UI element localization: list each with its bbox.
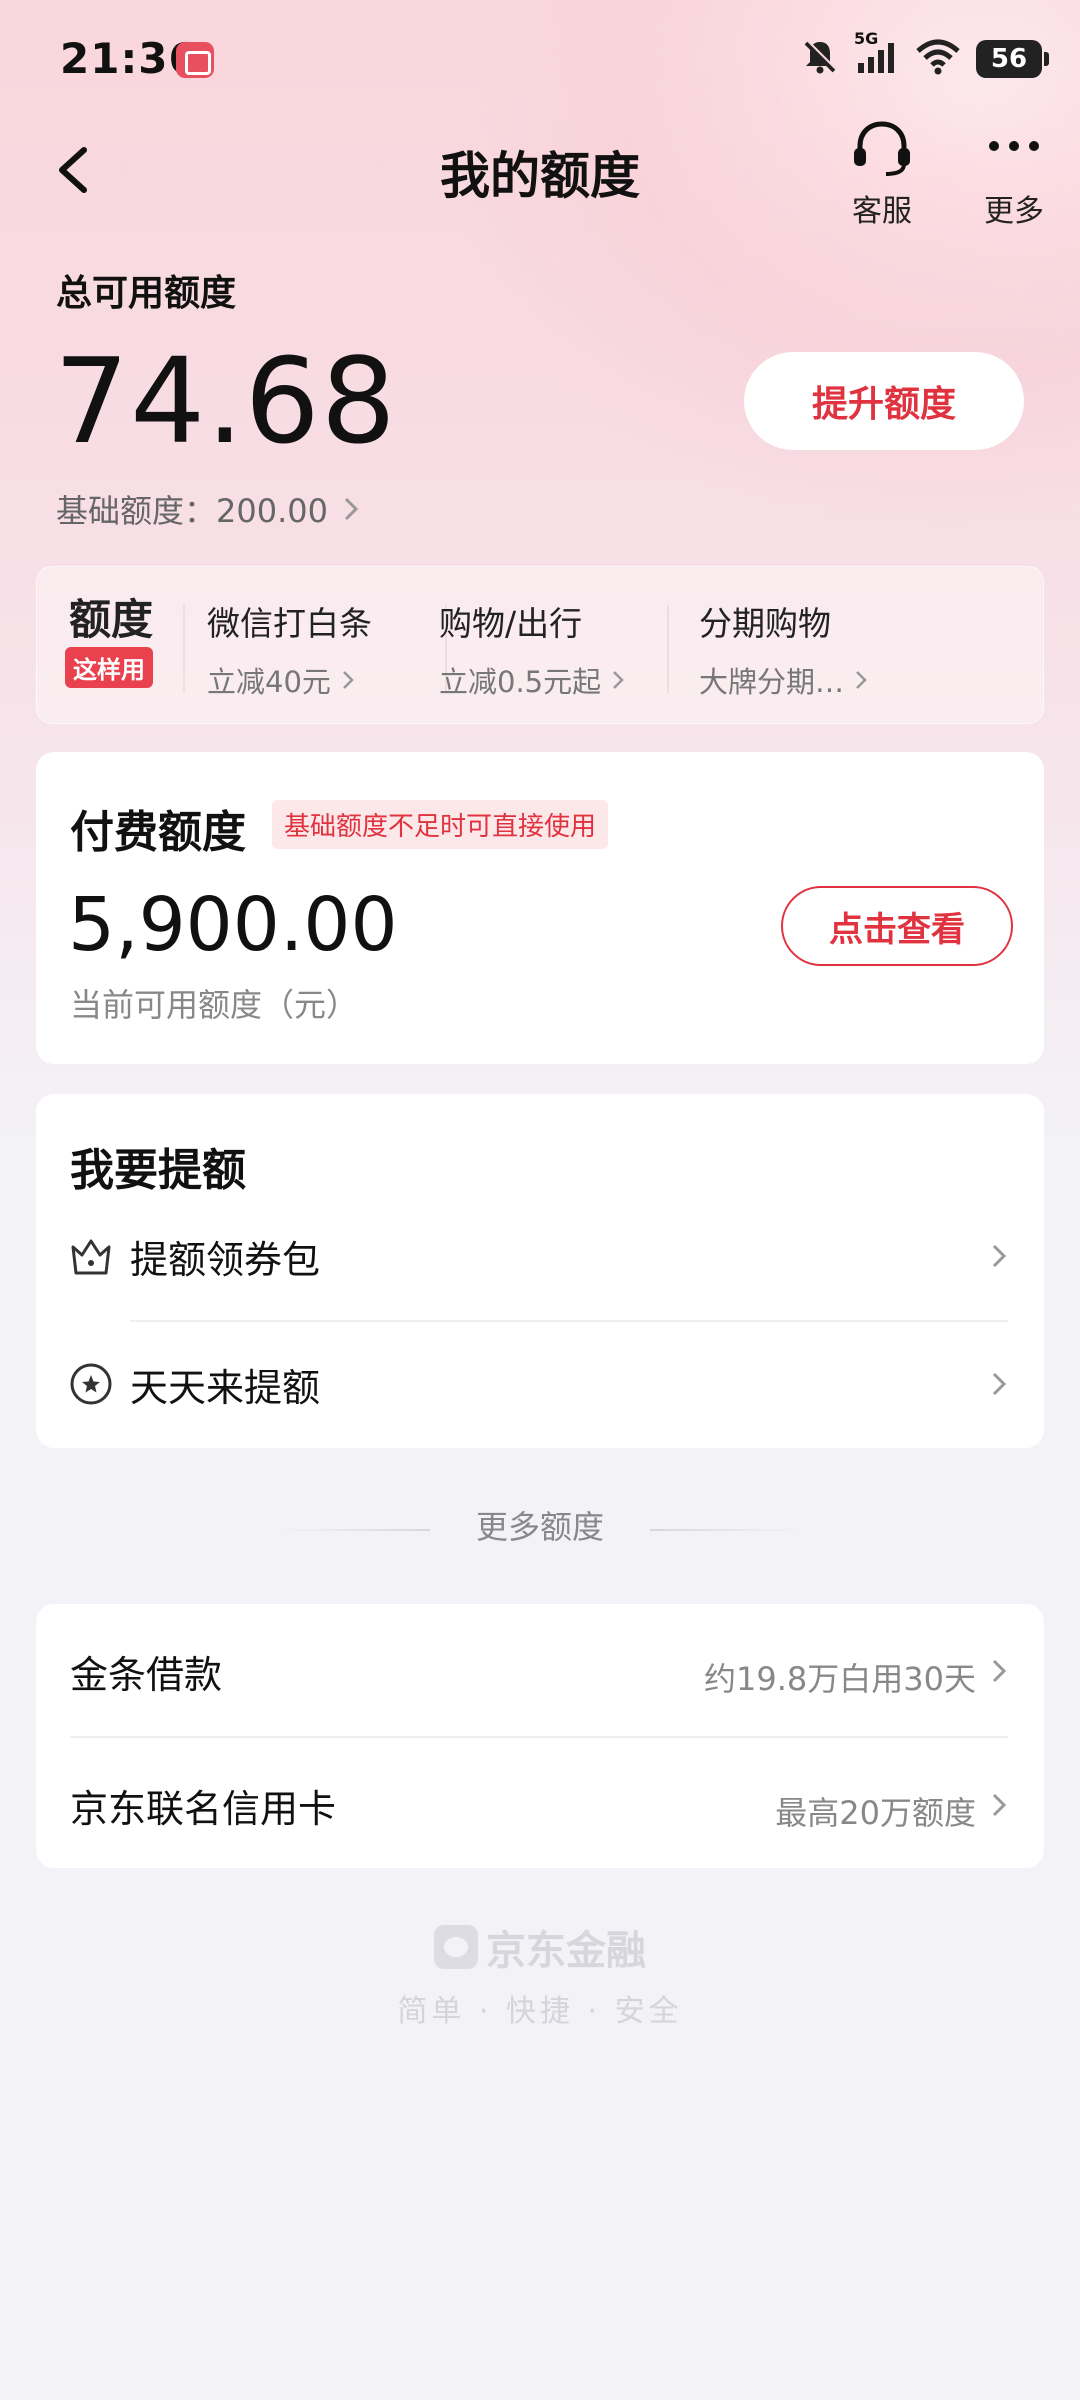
raise-limit-button[interactable]: 提升额度 (744, 352, 1024, 450)
credit-card-label: 京东联名信用卡 (70, 1787, 337, 1831)
mute-bell-icon (800, 37, 840, 81)
daily-raise-row[interactable]: 天天来提额 (36, 1320, 1044, 1448)
brand-slogan: 简单 · 快捷 · 安全 (397, 1994, 683, 2029)
more-credit-card: 金条借款 约19.8万白用30天 京东联名信用卡 最高20万额度 (36, 1604, 1044, 1868)
more-credit-header: 更多额度 (475, 1508, 604, 1546)
jintiao-loan-row[interactable]: 金条借款 约19.8万白用30天 (36, 1604, 1044, 1736)
paid-credit-tag: 基础额度不足时可直接使用 (272, 800, 609, 849)
promo-item-wechat[interactable]: 微信打白条 立减40元 (207, 597, 372, 701)
chevron-right-icon (992, 1793, 1007, 1817)
credit-card-row[interactable]: 京东联名信用卡 最高20万额度 (36, 1736, 1044, 1868)
raise-limit-title: 我要提额 (70, 1145, 246, 1196)
promo-item-sub: 立减40元 (207, 665, 331, 699)
total-credit-label: 总可用额度 (56, 273, 237, 314)
headset-icon (854, 121, 910, 176)
more-button[interactable]: 更多 (954, 120, 1074, 230)
jintiao-loan-value: 约19.8万白用30天 (704, 1660, 976, 1698)
battery-icon: 56 (976, 40, 1049, 78)
total-credit-amount: 74.68 (54, 332, 397, 470)
status-bar: 21:36 5G 56 (0, 0, 1080, 120)
raise-coupon-pack-label: 提额领券包 (130, 1237, 321, 1282)
chevron-right-icon (344, 497, 359, 521)
base-credit-link[interactable]: 基础额度：200.00 (56, 486, 360, 532)
divider (183, 605, 185, 693)
credit-card-value: 最高20万额度 (775, 1794, 976, 1832)
view-paid-credit-button[interactable]: 点击查看 (781, 886, 1013, 966)
nav-bar: 我的额度 客服 更多 (0, 120, 1080, 230)
network-type: 5G (854, 29, 879, 48)
paid-credit-title: 付费额度 (70, 807, 246, 858)
customer-service-button[interactable]: 客服 (822, 120, 942, 230)
usage-promo-strip: 额度 这样用 微信打白条 立减40元 购物/出行 立减0.5元起 分期购物 大牌… (36, 566, 1044, 724)
cellular-signal-icon: 5G (854, 29, 900, 81)
raise-coupon-pack-row[interactable]: 提额领券包 (36, 1192, 1044, 1320)
promo-item-sub: 立减0.5元起 (439, 665, 602, 699)
promo-item-shopping[interactable]: 购物/出行 立减0.5元起 (439, 597, 625, 701)
star-badge-icon (70, 1363, 112, 1405)
chevron-right-icon (992, 1659, 1007, 1683)
daily-raise-label: 天天来提额 (130, 1365, 321, 1410)
status-icons: 5G 56 (800, 29, 1049, 84)
brand-name: 京东金融 (434, 1918, 646, 1976)
divider (650, 1529, 800, 1531)
chevron-right-icon (856, 671, 867, 689)
notification-app-icon (176, 42, 214, 78)
footer-brand: 京东金融 简单 · 快捷 · 安全 (0, 1918, 1080, 2030)
divider (667, 605, 669, 693)
more-dots-icon (989, 141, 1039, 151)
jd-finance-logo-icon (434, 1925, 478, 1969)
raise-limit-card: 我要提额 提额领券包 天天来提额 (36, 1094, 1044, 1448)
paid-credit-card: 付费额度 基础额度不足时可直接使用 5,900.00 当前可用额度（元） 点击查… (36, 752, 1044, 1064)
chevron-right-icon (613, 671, 624, 689)
promo-item-title: 微信打白条 (207, 604, 372, 643)
chevron-right-icon (992, 1372, 1007, 1396)
usage-badge: 额度 这样用 (65, 595, 173, 689)
jintiao-loan-label: 金条借款 (70, 1653, 223, 1697)
usage-badge-tag: 这样用 (65, 647, 153, 689)
chevron-right-icon (343, 671, 354, 689)
brand-text: 京东金融 (486, 1928, 646, 1974)
chevron-right-icon (992, 1244, 1007, 1268)
wifi-icon (914, 37, 962, 81)
crown-icon (71, 1239, 111, 1275)
paid-credit-amount: 5,900.00 (68, 882, 398, 968)
base-credit-label: 基础额度：200.00 (56, 492, 328, 530)
promo-item-title: 购物/出行 (439, 604, 583, 643)
more-label: 更多 (984, 194, 1044, 229)
customer-service-label: 客服 (852, 194, 912, 229)
usage-badge-title: 额度 (69, 595, 154, 644)
promo-item-title: 分期购物 (699, 604, 831, 643)
paid-credit-sub: 当前可用额度（元） (70, 986, 359, 1024)
promo-item-sub: 大牌分期… (699, 665, 845, 699)
promo-item-installment[interactable]: 分期购物 大牌分期… (699, 597, 868, 701)
